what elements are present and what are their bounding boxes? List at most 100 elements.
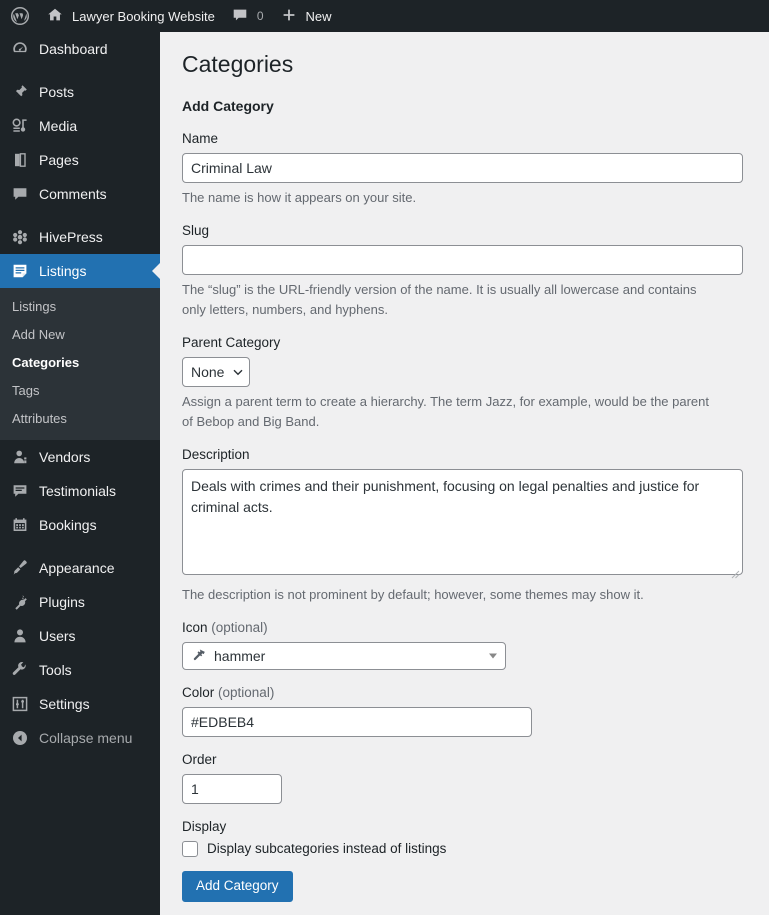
color-input[interactable] [182, 707, 532, 738]
parent-category-select-wrap: None [182, 356, 250, 387]
add-category-heading: Add Category [182, 97, 274, 114]
icon-select-value: hammer [214, 648, 266, 665]
parent-category-label: Parent Category [182, 335, 281, 351]
icon-optional-suffix: (optional) [211, 620, 268, 636]
comment-bubble-icon [231, 6, 251, 26]
name-input[interactable] [182, 152, 743, 183]
new-content-button[interactable]: New [272, 0, 340, 32]
hivepress-icon [10, 227, 30, 247]
sidebar-item-label: Pages [39, 152, 79, 168]
submenu-item-categories[interactable]: Categories [0, 349, 160, 377]
parent-category-field-group: Parent Category None Assign a parent ter… [182, 334, 743, 432]
user-icon [10, 626, 30, 646]
slug-label: Slug [182, 222, 210, 238]
description-textarea-wrap: Deals with crimes and their punishment, … [182, 469, 743, 580]
main-content: Categories Add Category Name The name is… [160, 32, 769, 915]
submenu-item-tags[interactable]: Tags [0, 377, 160, 405]
sidebar-item-testimonials[interactable]: Testimonials [0, 474, 160, 508]
sidebar-item-label: Media [39, 118, 78, 134]
sidebar-item-comments[interactable]: Comments [0, 177, 160, 211]
site-name-button[interactable]: Lawyer Booking Website [38, 0, 223, 32]
sidebar-item-posts[interactable]: Posts [0, 75, 160, 109]
slug-field-group: Slug The “slug” is the URL-friendly vers… [182, 222, 743, 320]
sidebar-item-label: Posts [39, 84, 75, 100]
plus-icon [280, 6, 300, 26]
submenu-item-add-new[interactable]: Add New [0, 321, 160, 349]
admin-bar: Lawyer Booking Website 0 New [0, 0, 769, 32]
comment-bubble-icon [10, 184, 30, 204]
comments-button[interactable]: 0 [223, 0, 272, 32]
sidebar-item-pages[interactable]: Pages [0, 143, 160, 177]
slug-input[interactable] [182, 244, 743, 275]
sidebar-item-label: Dashboard [39, 41, 108, 57]
add-category-button[interactable]: Add Category [182, 870, 293, 902]
display-field-group: Display Display subcategories instead of… [182, 818, 743, 857]
sidebar-item-media[interactable]: Media [0, 109, 160, 143]
display-label: Display [182, 818, 227, 834]
new-content-label: New [305, 8, 332, 24]
icon-select[interactable]: hammer [182, 642, 506, 671]
description-help-text: The description is not prominent by defa… [182, 587, 644, 603]
sidebar-item-label: Comments [39, 186, 107, 202]
display-subcategories-checkbox[interactable] [182, 840, 198, 857]
comments-count: 0 [256, 9, 264, 23]
calendar-icon [10, 515, 30, 535]
menu-separator [0, 66, 160, 75]
description-textarea[interactable]: Deals with crimes and their punishment, … [182, 469, 743, 576]
listings-icon [10, 261, 30, 281]
sidebar-item-label: Plugins [39, 594, 85, 610]
sidebar-item-appearance[interactable]: Appearance [0, 551, 160, 585]
collapse-arrow-icon [10, 728, 30, 748]
page-title: Categories [182, 51, 294, 77]
submenu-item-attributes[interactable]: Attributes [0, 405, 160, 433]
sidebar-item-label: HivePress [39, 229, 103, 245]
sidebar-item-label: Appearance [39, 560, 115, 576]
sidebar-item-label: Vendors [39, 449, 91, 465]
submenu-item-listings[interactable]: Listings [0, 293, 160, 321]
description-field-group: Description Deals with crimes and their … [182, 446, 743, 605]
sidebar-item-label: Testimonials [39, 483, 117, 499]
sidebar-item-tools[interactable]: Tools [0, 653, 160, 687]
home-icon [46, 6, 66, 26]
color-field-group: Color (optional) [182, 684, 743, 738]
parent-category-select[interactable]: None [182, 356, 250, 387]
sidebar-item-vendors[interactable]: Vendors [0, 440, 160, 474]
sidebar-item-plugins[interactable]: Plugins [0, 585, 160, 619]
sidebar-item-dashboard[interactable]: Dashboard [0, 32, 160, 66]
slug-description: The “slug” is the URL-friendly version o… [182, 281, 697, 317]
sidebar-item-label: Settings [39, 696, 90, 712]
wordpress-logo-icon [10, 6, 30, 26]
sidebar-item-hivepress[interactable]: HivePress [0, 220, 160, 254]
wordpress-logo-button[interactable] [0, 0, 38, 32]
order-label: Order [182, 752, 217, 768]
sidebar-item-collapse-menu[interactable]: Collapse menu [0, 721, 160, 755]
color-label: Color (optional) [182, 684, 743, 703]
pages-icon [10, 150, 30, 170]
sidebar-item-settings[interactable]: Settings [0, 687, 160, 721]
color-label-text: Color [182, 685, 215, 701]
sidebar-item-label: Bookings [39, 517, 97, 533]
order-field-group: Order [182, 751, 743, 804]
order-input[interactable] [182, 773, 282, 804]
hammer-icon [191, 648, 207, 664]
dashboard-icon [10, 39, 30, 59]
icon-field-group: Icon (optional) hammer [182, 619, 743, 671]
brush-icon [10, 558, 30, 578]
icon-label: Icon (optional) [182, 619, 743, 638]
sidebar-item-bookings[interactable]: Bookings [0, 508, 160, 542]
name-label: Name [182, 130, 219, 146]
sidebar-item-users[interactable]: Users [0, 619, 160, 653]
sidebar-item-label: Collapse menu [39, 730, 133, 746]
sidebar-item-label: Tools [39, 662, 72, 678]
plug-icon [10, 592, 30, 612]
menu-separator [0, 542, 160, 551]
vendor-icon [10, 447, 30, 467]
menu-separator [0, 211, 160, 220]
name-field-group: Name The name is how it appears on your … [182, 130, 743, 208]
sidebar-item-listings[interactable]: Listings [0, 254, 160, 288]
parent-category-description: Assign a parent term to create a hierarc… [182, 393, 710, 430]
wrench-icon [10, 660, 30, 680]
sidebar-item-label: Listings [39, 263, 87, 279]
display-subcategories-row[interactable]: Display subcategories instead of listing… [182, 840, 743, 857]
name-description: The name is how it appears on your site. [182, 189, 417, 205]
